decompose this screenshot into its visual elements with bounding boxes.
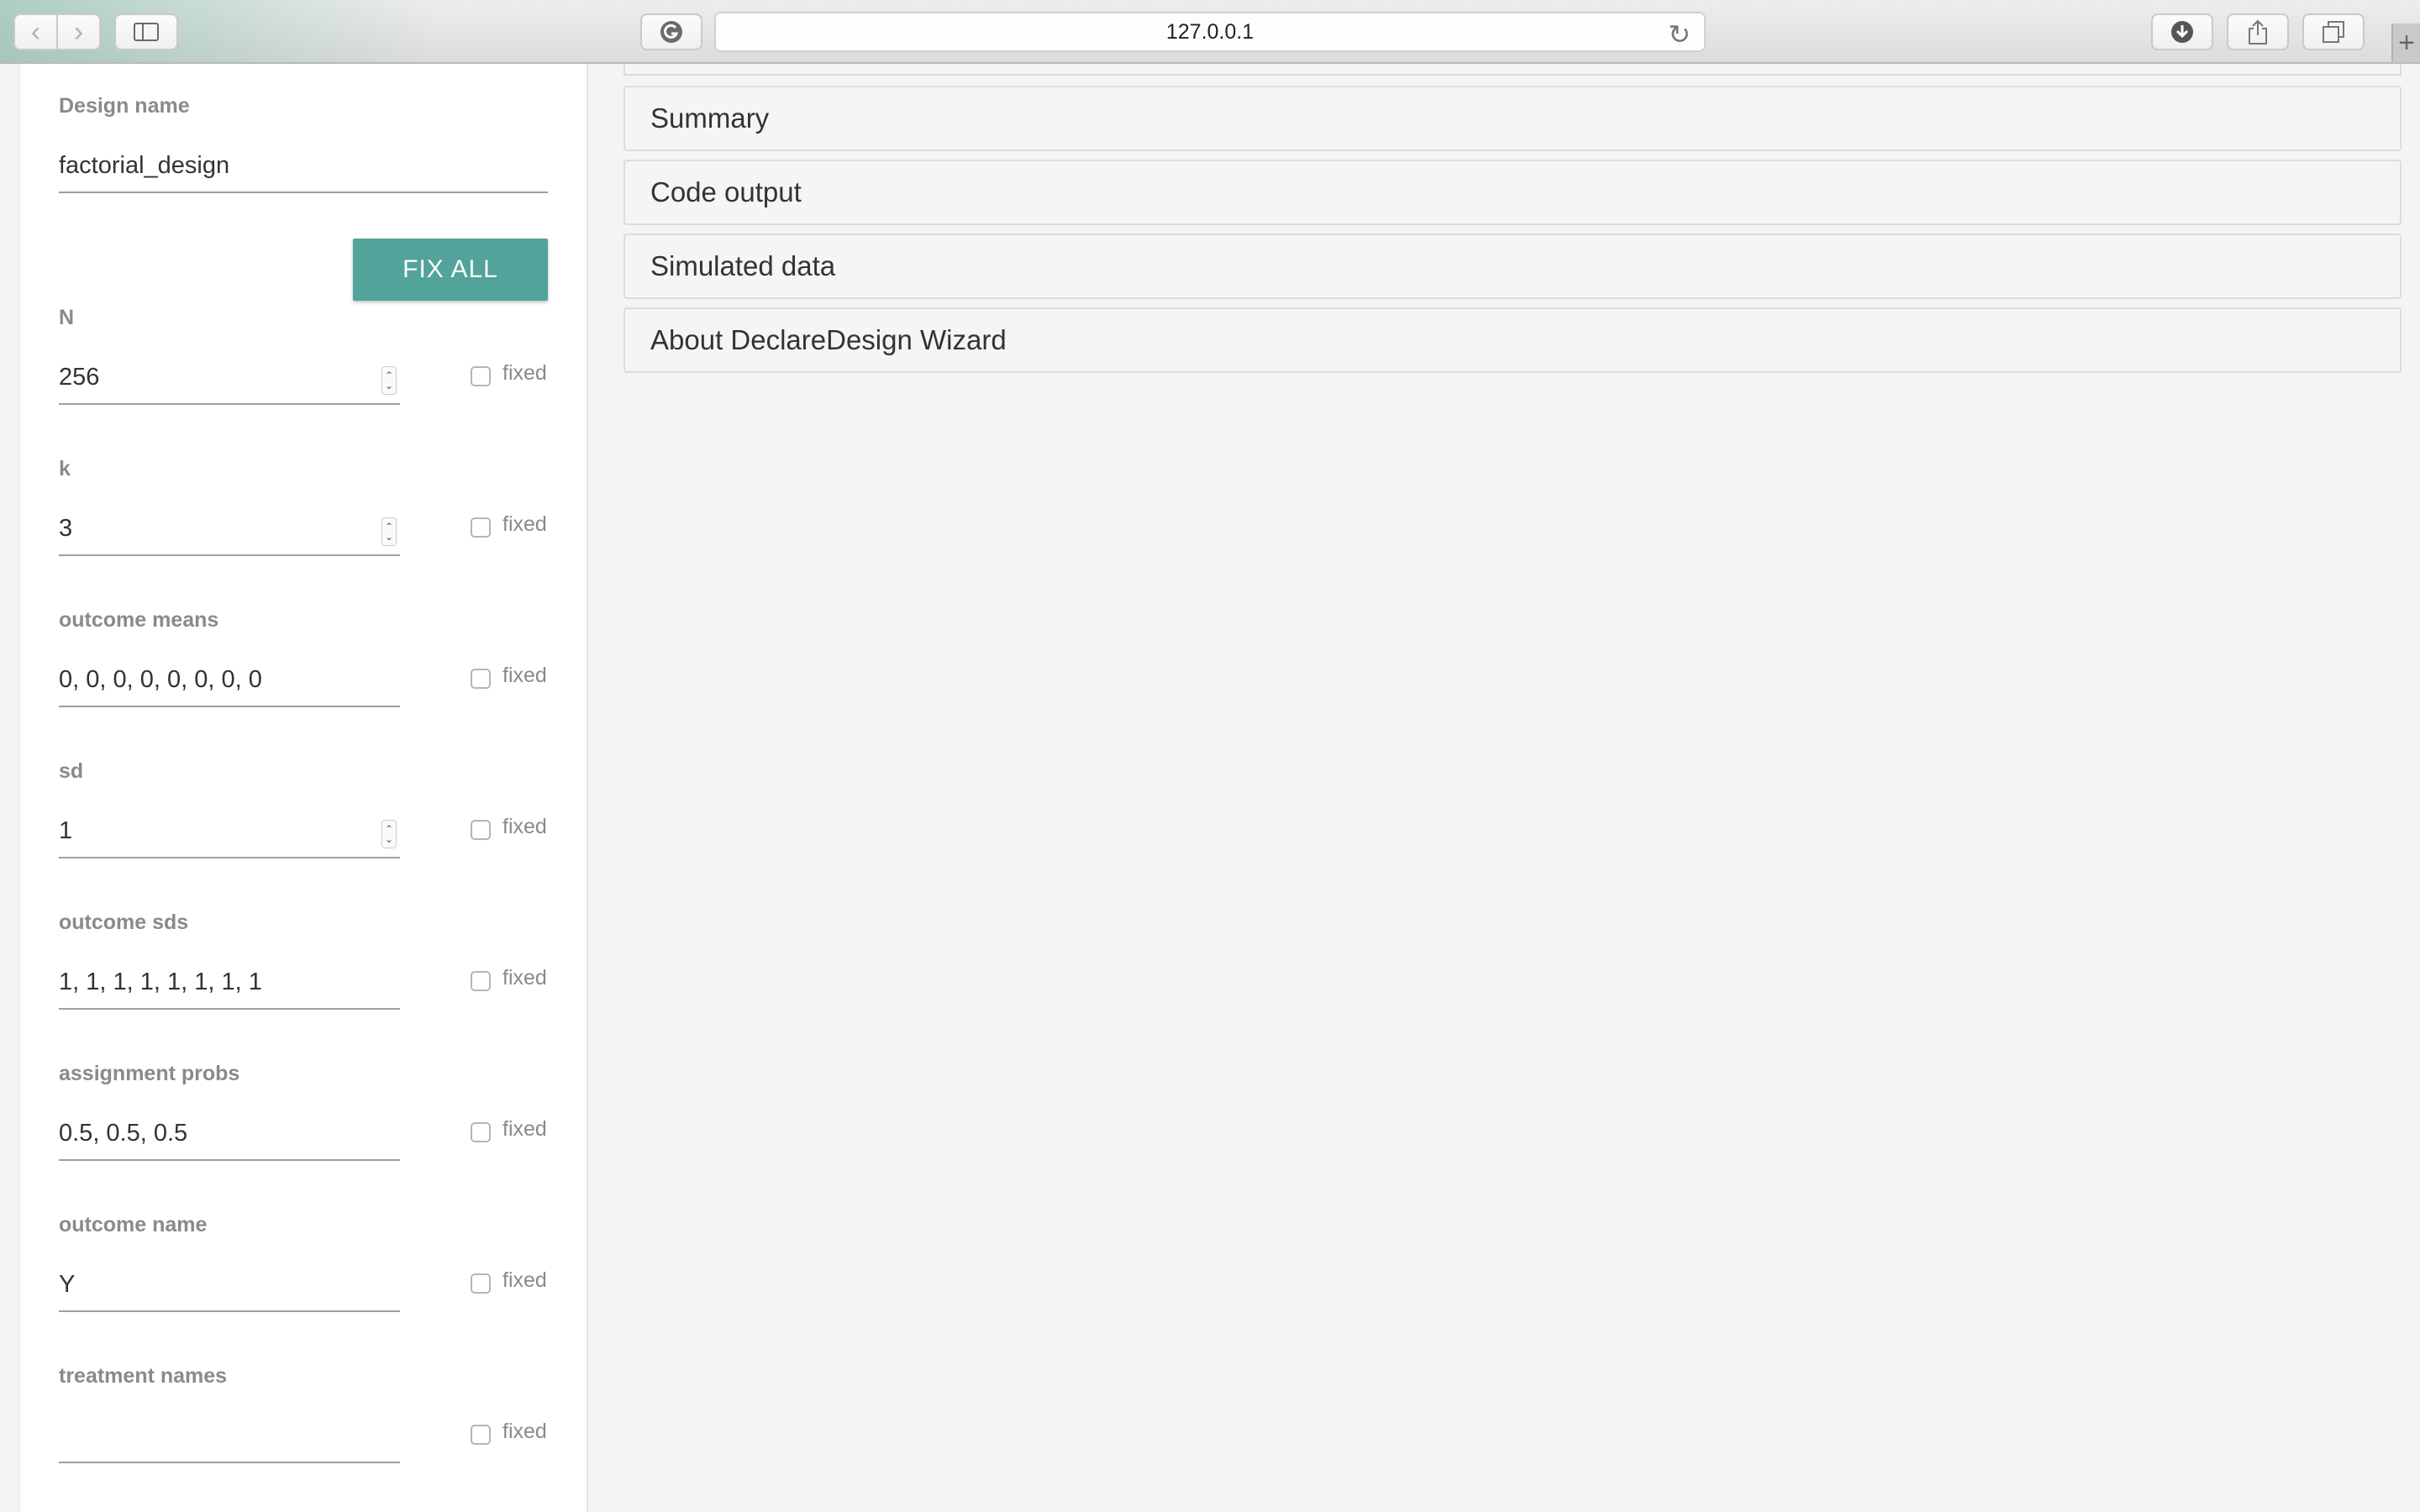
fixed-checkbox-sd[interactable] bbox=[471, 820, 491, 840]
new-tab-button[interactable]: + bbox=[2391, 24, 2420, 62]
share-icon bbox=[2249, 19, 2267, 45]
param-value: 256 bbox=[59, 363, 100, 391]
plus-icon: + bbox=[2398, 26, 2415, 59]
extension-button[interactable] bbox=[640, 13, 702, 50]
fixed-checkbox-outcome-sds[interactable] bbox=[471, 971, 491, 991]
downloads-button[interactable] bbox=[2151, 13, 2213, 50]
param-input-treatment-names[interactable] bbox=[59, 1410, 400, 1463]
share-button[interactable] bbox=[2227, 13, 2289, 50]
param-input-outcome-name[interactable]: Y bbox=[59, 1258, 400, 1312]
fixed-label: fixed bbox=[502, 1268, 547, 1292]
sidebar-toggle-button[interactable] bbox=[114, 13, 178, 50]
spinner-icon[interactable]: ⌃ ⌄ bbox=[381, 820, 397, 848]
param-input-outcome-sds[interactable]: 1, 1, 1, 1, 1, 1, 1, 1 bbox=[59, 956, 400, 1010]
param-input-assignment-probs[interactable]: 0.5, 0.5, 0.5 bbox=[59, 1107, 400, 1161]
fixed-checkbox-assignment-probs[interactable] bbox=[471, 1122, 491, 1142]
param-label-n: N bbox=[59, 306, 75, 329]
back-icon[interactable]: ‹ bbox=[15, 15, 58, 49]
fix-all-button[interactable]: FIX ALL bbox=[353, 239, 548, 301]
param-input-outcome-means[interactable]: 0, 0, 0, 0, 0, 0, 0, 0 bbox=[59, 654, 400, 707]
param-label-sd: sd bbox=[59, 759, 84, 783]
param-label-k: k bbox=[59, 457, 71, 480]
param-input-k[interactable]: 3 ⌃ ⌄ bbox=[59, 502, 400, 556]
tabs-overview-button[interactable] bbox=[2302, 13, 2365, 50]
fixed-label: fixed bbox=[502, 1420, 547, 1443]
address-bar[interactable]: 127.0.0.1 ↻ bbox=[714, 12, 1706, 52]
param-label-outcome-name: outcome name bbox=[59, 1213, 208, 1236]
sidebar-icon bbox=[134, 23, 159, 41]
panel-summary[interactable]: Summary bbox=[623, 86, 2402, 151]
param-label-outcome-sds: outcome sds bbox=[59, 911, 189, 934]
url-text: 127.0.0.1 bbox=[1165, 19, 1255, 44]
reload-icon[interactable]: ↻ bbox=[1668, 18, 1691, 50]
design-name-input[interactable]: factorial_design bbox=[59, 139, 548, 193]
panel-simulated-data[interactable]: Simulated data bbox=[623, 234, 2402, 299]
tabs-icon bbox=[2323, 21, 2344, 43]
fixed-label: fixed bbox=[502, 815, 547, 838]
fixed-checkbox-n[interactable] bbox=[471, 366, 491, 386]
grammarly-icon bbox=[660, 21, 682, 43]
download-icon bbox=[2171, 21, 2193, 43]
spinner-icon[interactable]: ⌃ ⌄ bbox=[381, 366, 397, 395]
forward-icon[interactable]: › bbox=[58, 15, 99, 49]
spinner-icon[interactable]: ⌃ ⌄ bbox=[381, 517, 397, 546]
parameter-sidebar: Design name factorial_design FIX ALL N 2… bbox=[18, 64, 588, 1512]
fixed-label: fixed bbox=[502, 664, 547, 687]
panel-code-output[interactable]: Code output bbox=[623, 160, 2402, 225]
param-value: 3 bbox=[59, 514, 73, 542]
fixed-label: fixed bbox=[502, 1117, 547, 1141]
param-input-n[interactable]: 256 ⌃ ⌄ bbox=[59, 351, 400, 405]
collapsed-panel-edge bbox=[623, 64, 2402, 76]
fixed-label: fixed bbox=[502, 361, 547, 385]
panel-about[interactable]: About DeclareDesign Wizard bbox=[623, 307, 2402, 373]
param-label-outcome-means: outcome means bbox=[59, 608, 219, 632]
browser-toolbar: ‹ › 127.0.0.1 ↻ + bbox=[0, 0, 2420, 64]
param-input-sd[interactable]: 1 ⌃ ⌄ bbox=[59, 805, 400, 858]
design-name-label: Design name bbox=[59, 94, 190, 118]
fixed-checkbox-k[interactable] bbox=[471, 517, 491, 538]
param-label-assignment-probs: assignment probs bbox=[59, 1062, 240, 1085]
fixed-label: fixed bbox=[502, 966, 547, 990]
param-label-treatment-names: treatment names bbox=[59, 1364, 228, 1388]
fixed-checkbox-outcome-name[interactable] bbox=[471, 1273, 491, 1294]
fixed-checkbox-treatment-names[interactable] bbox=[471, 1425, 491, 1445]
fixed-label: fixed bbox=[502, 512, 547, 536]
nav-buttons: ‹ › bbox=[13, 13, 101, 50]
fixed-checkbox-outcome-means[interactable] bbox=[471, 669, 491, 689]
param-value: 1 bbox=[59, 816, 73, 844]
